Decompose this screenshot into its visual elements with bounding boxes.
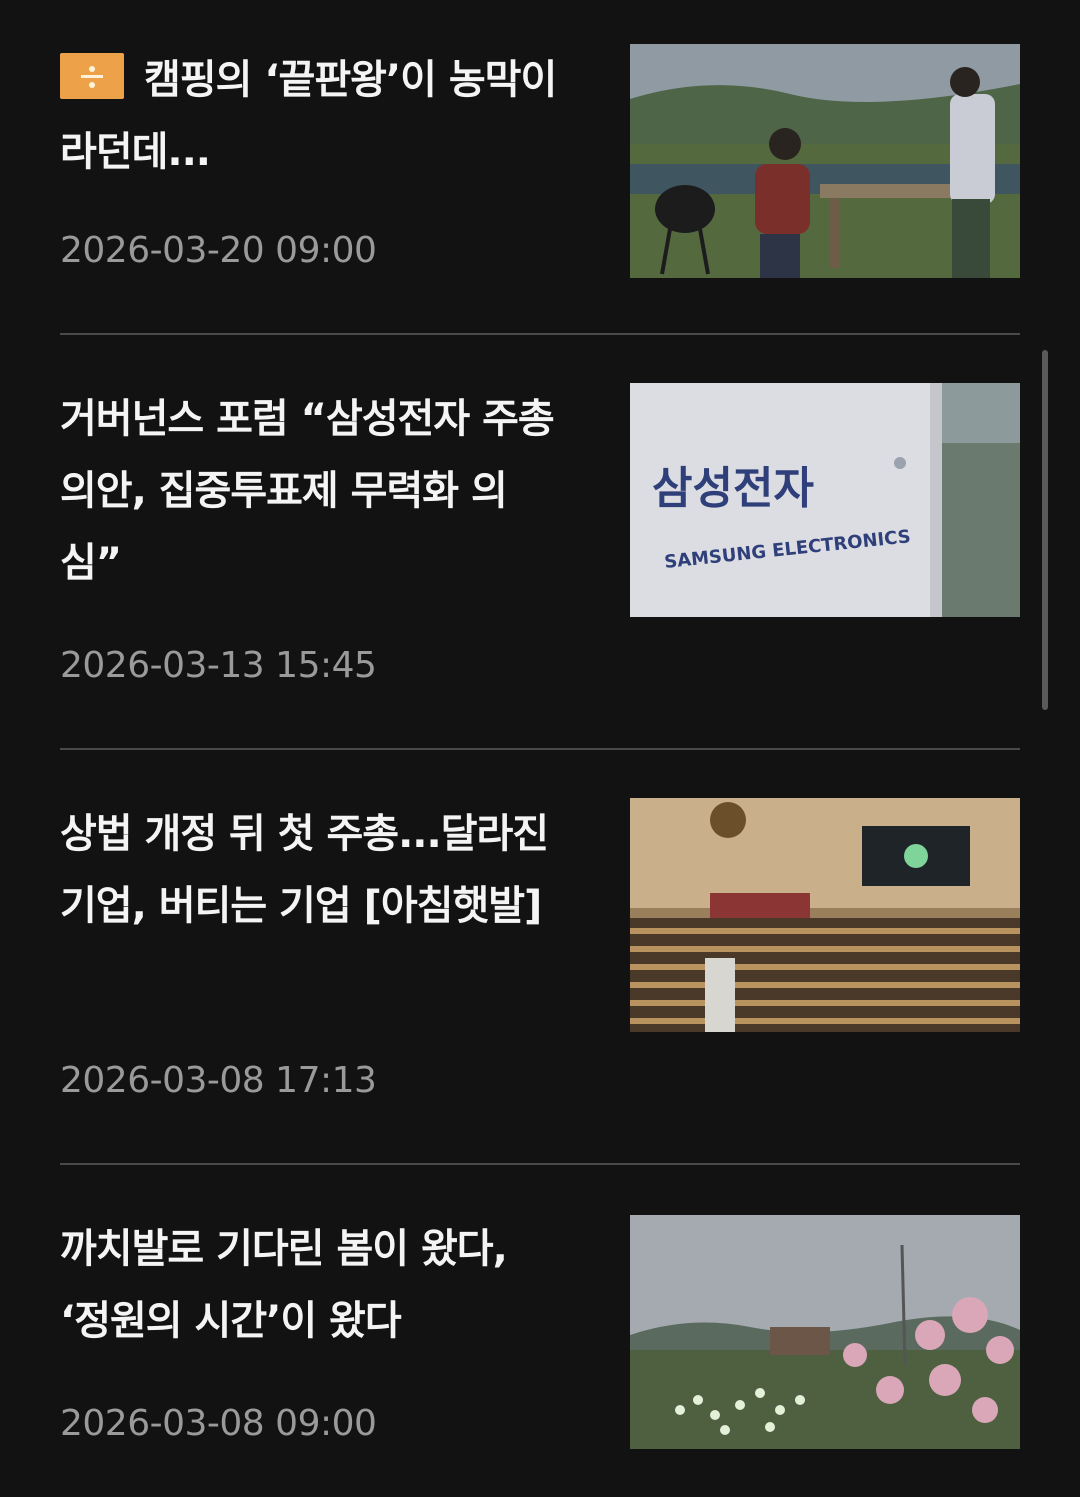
article-item[interactable]: 상법 개정 뒤 첫 주총...달라진 기업, 버티는 기업 [아침햇발] 202… [60,750,1020,1165]
campsite-photo [630,44,1020,278]
article-thumbnail[interactable] [630,44,1020,278]
article-title[interactable]: 상법 개정 뒤 첫 주총...달라진 기업, 버티는 기업 [아침햇발] [60,798,560,942]
article-item[interactable]: 거버넌스 포럼 “삼성전자 주총 의안, 집중투표제 무력화 의심” 2026-… [60,335,1020,750]
article-date: 2026-03-08 17:13 [60,1060,377,1101]
article-title[interactable]: 캠핑의 ‘끝판왕’이 농막이라던데... [60,44,560,188]
svg-text:삼성전자: 삼성전자 [652,463,814,514]
article-date: 2026-03-20 09:00 [60,230,377,271]
article-thumbnail[interactable] [630,798,1020,1032]
article-date: 2026-03-08 09:00 [60,1403,377,1444]
samsung-sign-photo: 삼성전자 SAMSUNG ELECTRONICS [630,383,1020,617]
article-list: 캠핑의 ‘끝판왕’이 농막이라던데... 2026-03-20 09:00 거버… [60,0,1020,1497]
article-title[interactable]: 거버넌스 포럼 “삼성전자 주총 의안, 집중투표제 무력화 의심” [60,383,560,599]
article-date: 2026-03-13 15:45 [60,645,377,686]
article-thumbnail[interactable]: 삼성전자 SAMSUNG ELECTRONICS [630,383,1020,617]
article-thumbnail[interactable] [630,1215,1020,1449]
national-assembly-photo [630,798,1020,1032]
article-title[interactable]: 까치발로 기다린 봄이 왔다, ‘정원의 시간’이 왔다 [60,1213,560,1357]
article-item[interactable]: 까치발로 기다린 봄이 왔다, ‘정원의 시간’이 왔다 2026-03-08 … [60,1165,1020,1497]
garden-flowers-photo [630,1215,1020,1449]
article-item[interactable]: 캠핑의 ‘끝판왕’이 농막이라던데... 2026-03-20 09:00 [60,0,1020,335]
divide-icon [60,53,124,99]
scrollbar[interactable] [1042,350,1048,710]
